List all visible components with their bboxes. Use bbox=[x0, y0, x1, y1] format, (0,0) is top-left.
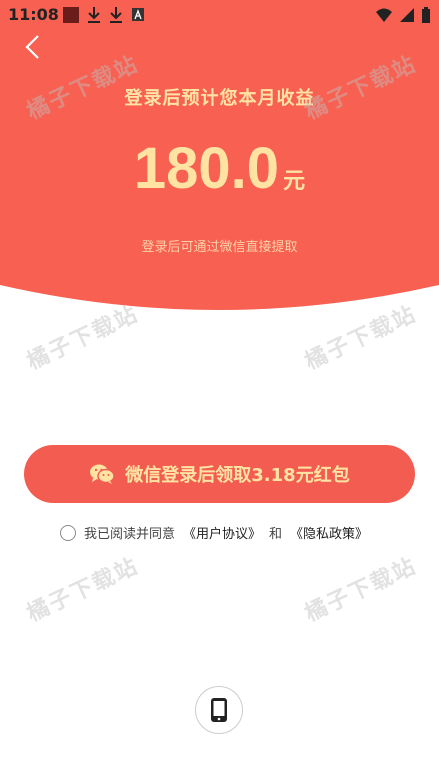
watermark: 橘子下载站 bbox=[301, 553, 421, 627]
hero-banner: 11:08 登录后预计您本月收益 180.0 元 登录后可通过微信直接提取 bbox=[0, 0, 439, 310]
user-agreement-link[interactable]: 《用户协议》 bbox=[183, 523, 261, 542]
agreement-prefix: 我已阅读并同意 bbox=[84, 527, 176, 542]
status-bar: 11:08 bbox=[0, 0, 439, 30]
agreement-and: 和 bbox=[269, 527, 283, 542]
back-button[interactable] bbox=[18, 32, 48, 62]
wechat-login-label: 微信登录后领取3.18元红包 bbox=[125, 465, 350, 486]
agreement-row: 我已阅读并同意 《用户协议》和《隐私政策》 bbox=[60, 523, 368, 542]
battery-icon bbox=[422, 7, 430, 23]
app-notification-icon bbox=[63, 7, 79, 23]
hero-title: 登录后预计您本月收益 bbox=[124, 88, 315, 109]
earnings-amount: 180.0 元 bbox=[0, 135, 439, 202]
privacy-policy-link[interactable]: 《隐私政策》 bbox=[290, 523, 368, 542]
amount-value: 180.0 bbox=[133, 136, 280, 201]
wechat-login-button[interactable]: 微信登录后领取3.18元红包 bbox=[24, 445, 415, 503]
agreement-checkbox[interactable] bbox=[60, 524, 76, 541]
wifi-icon bbox=[376, 8, 392, 22]
notification-icons bbox=[62, 6, 146, 24]
download-icon bbox=[110, 7, 122, 23]
system-icons bbox=[375, 6, 431, 24]
amount-unit: 元 bbox=[283, 169, 306, 194]
download-icon bbox=[88, 7, 100, 23]
watermark: 橘子下载站 bbox=[23, 553, 143, 627]
app-a-icon bbox=[132, 8, 144, 21]
chevron-left-icon bbox=[25, 35, 39, 59]
hero-subtitle: 登录后可通过微信直接提取 bbox=[141, 240, 298, 255]
signal-icon bbox=[400, 8, 414, 22]
phone-icon bbox=[211, 698, 227, 722]
status-time: 11:08 bbox=[8, 5, 59, 24]
wechat-icon bbox=[90, 464, 116, 484]
phone-login-button[interactable] bbox=[195, 686, 243, 734]
